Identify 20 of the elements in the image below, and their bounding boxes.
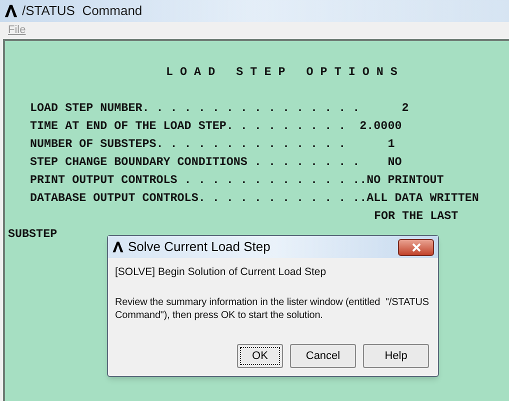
logo-icon xyxy=(112,241,124,253)
dialog-button[interactable]: OK xyxy=(237,344,283,368)
listing-line: LOAD STEP NUMBER. . . . . . . . . . . . . . . . 2 xyxy=(30,100,409,117)
window-title: /STATUS Command xyxy=(22,2,142,20)
listing-heading: L O A D S T E P O P T I O N S xyxy=(166,64,398,81)
listing-line: STEP CHANGE BOUNDARY CONDITIONS . . . . . . . . NO xyxy=(30,154,402,171)
listing-line: NUMBER OF SUBSTEPS. . . . . . . . . . . . . . 1 xyxy=(30,136,395,153)
listing-line: DATABASE OUTPUT CONTROLS. . . . . . . . . . . ..ALL DATA WRITTEN xyxy=(30,190,479,207)
logo-icon xyxy=(4,4,18,18)
dialog-button[interactable]: Cancel xyxy=(290,344,356,368)
listing-line: PRINT OUTPUT CONTROLS . . . . . . . . . . . . ..NO PRINTOUT xyxy=(30,172,444,189)
listing-line: SUBSTEP xyxy=(8,226,58,243)
dialog-button[interactable]: Help xyxy=(363,344,429,368)
dialog-detail: Review the summary information in the lister window (entitled "/STATUS Command"), then press OK to start the solution. xyxy=(115,296,430,322)
listing-line: FOR THE LAST xyxy=(374,208,458,225)
dialog-message: [SOLVE] Begin Solution of Current Load Step xyxy=(115,265,328,280)
close-button[interactable] xyxy=(398,238,434,256)
dialog-title: Solve Current Load Step xyxy=(128,238,270,256)
listing-line: TIME AT END OF THE LOAD STEP. . . . . . . . . 2.0000 xyxy=(30,118,402,135)
close-icon xyxy=(412,242,420,252)
